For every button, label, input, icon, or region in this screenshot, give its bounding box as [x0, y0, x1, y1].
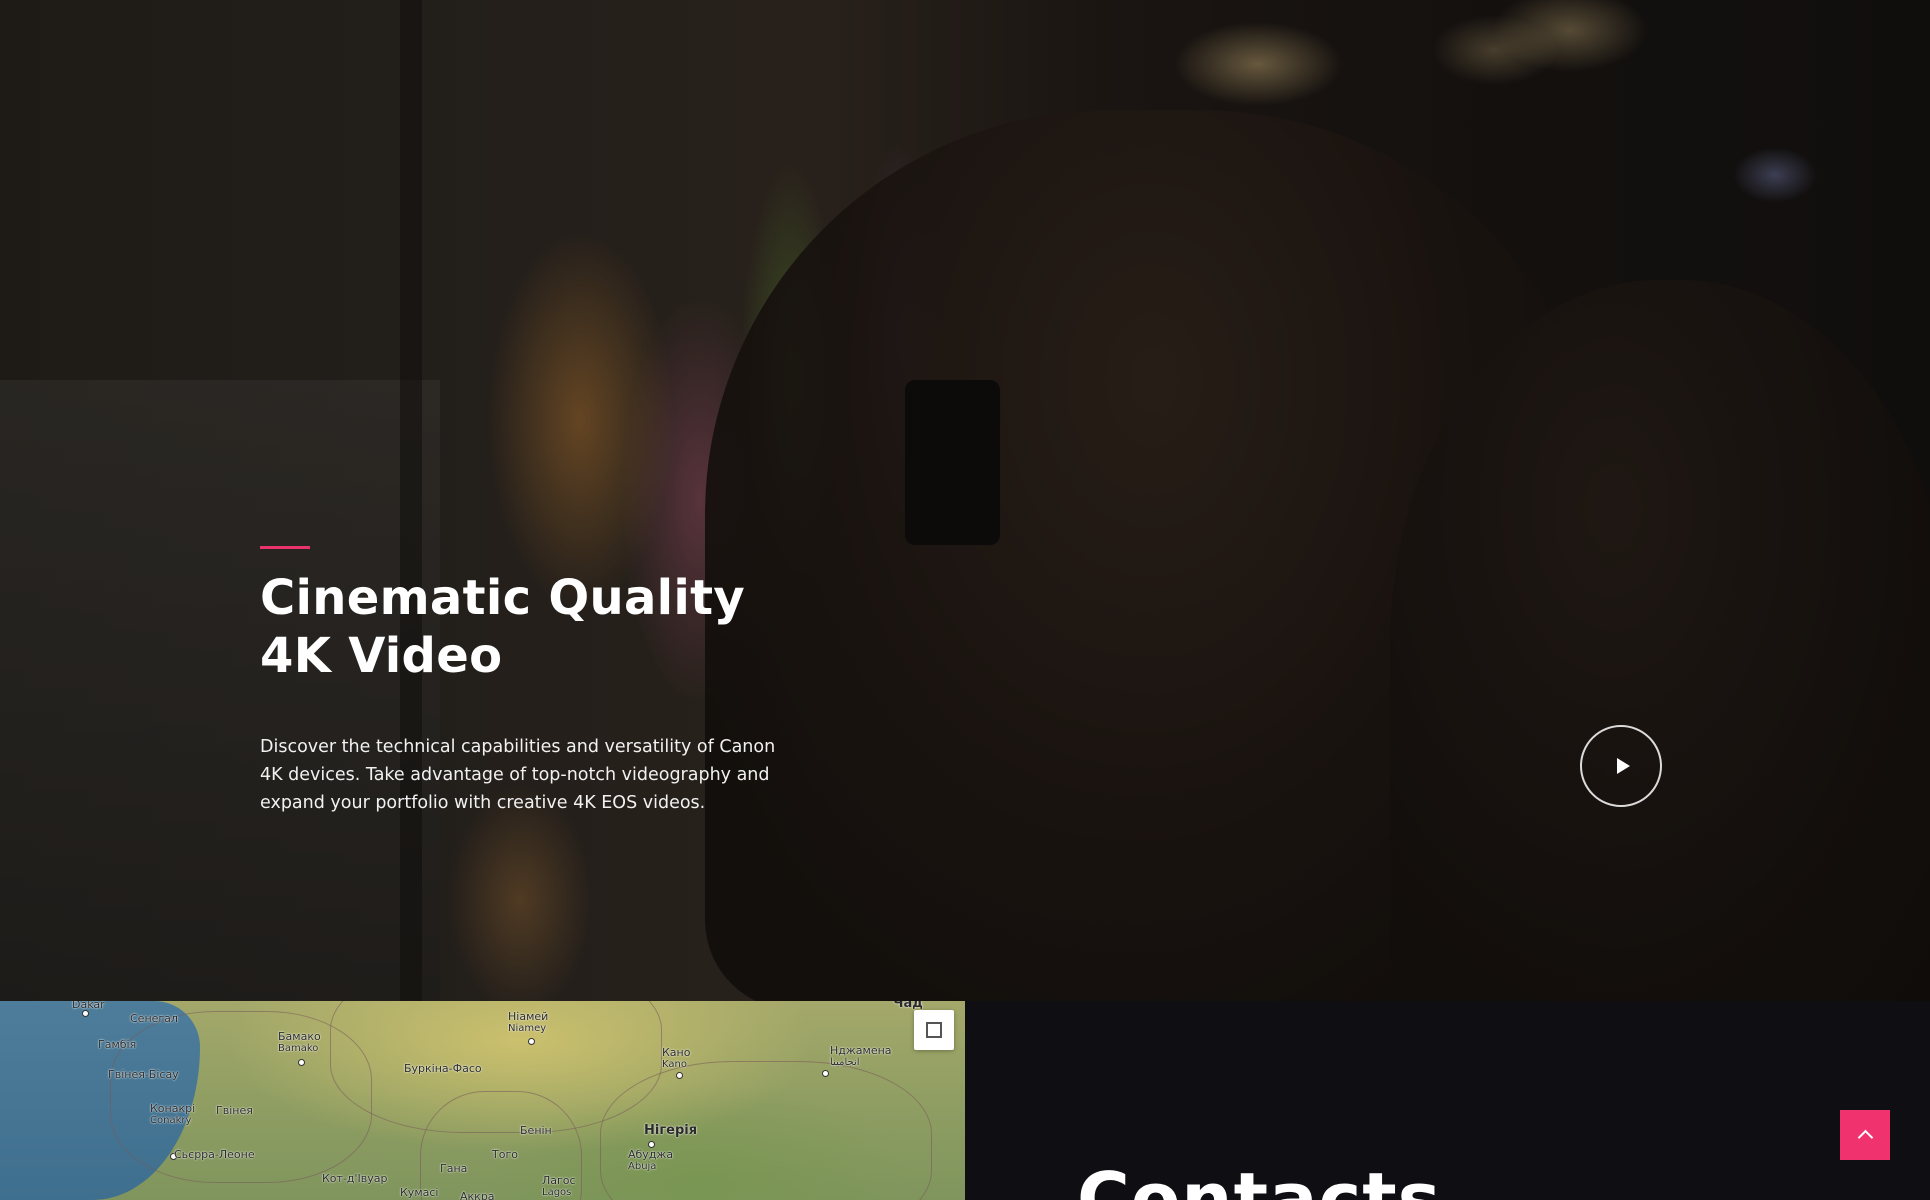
map-label-abuja: Абуджа Abuja — [628, 1149, 673, 1173]
hero-title-line1: Cinematic Quality — [260, 570, 745, 626]
map-label-lagos-uk: Лагос — [542, 1174, 576, 1187]
map-label-benin: Бенін — [520, 1124, 552, 1137]
fullscreen-icon-corner — [934, 1022, 942, 1030]
map-label-burkina-faso: Буркіна-Фасо — [404, 1062, 482, 1075]
map-label-abuja-uk: Абуджа — [628, 1148, 674, 1161]
map-label-bamako-en: Bamako — [278, 1043, 319, 1054]
map-label-sierra-leone: Сьєрра-Леоне — [174, 1148, 255, 1161]
map-label-kano: Кано Kano — [662, 1047, 690, 1071]
contacts-title: Contacts — [1077, 1157, 1442, 1200]
play-video-button[interactable] — [1580, 725, 1662, 807]
map-label-ndjamena: Нджамена انجامينا — [830, 1045, 892, 1069]
map-label-conakry-uk: Конакрі — [150, 1102, 196, 1115]
map-city-dot — [648, 1141, 655, 1148]
map-label-niamey: Ніамей Niamey — [508, 1011, 548, 1035]
map-label-abuja-en: Abuja — [628, 1161, 657, 1172]
map-label-ndjamena-ar: انجامينا — [830, 1057, 860, 1068]
hero-section — [0, 0, 1930, 1001]
chevron-up-icon — [1857, 1129, 1873, 1145]
map-label-niamey-en: Niamey — [508, 1023, 547, 1034]
map-label-gambia: Гамбія — [98, 1038, 137, 1051]
map-label-kumasi: Кумасі — [400, 1186, 439, 1199]
map-label-niamey-uk: Ніамей — [508, 1010, 549, 1023]
hero-title: Cinematic Quality 4K Video — [260, 569, 820, 685]
fullscreen-icon-corner — [926, 1030, 934, 1038]
map-label-ndjamena-uk: Нджамена — [830, 1044, 892, 1057]
map-label-guinea-bissau: Гвінея-Бісау — [108, 1068, 179, 1081]
map-city-dot — [82, 1010, 89, 1017]
map-label-nigeria: Нігерія — [644, 1123, 698, 1138]
map-city-dot — [822, 1070, 829, 1077]
hero-description: Discover the technical capabilities and … — [260, 737, 776, 813]
hero-content: Cinematic Quality 4K Video Discover the … — [260, 546, 820, 817]
accent-line — [260, 546, 310, 549]
fullscreen-icon-corner — [934, 1030, 942, 1038]
map-label-kano-uk: Кано — [662, 1046, 691, 1059]
map-label-guinea: Гвінея — [216, 1104, 253, 1117]
contacts-section: Contacts — [965, 1001, 1930, 1200]
play-icon — [1616, 758, 1630, 774]
map-label-bamako-uk: Бамако — [278, 1030, 321, 1043]
fullscreen-icon — [926, 1022, 934, 1030]
map-city-dot — [528, 1038, 535, 1045]
map[interactable]: Dakar Сенегал Гамбія Гвінея-Бісау Конакр… — [0, 1001, 965, 1200]
hero-title-line2: 4K Video — [260, 628, 503, 684]
map-label-senegal: Сенегал — [130, 1012, 178, 1025]
map-label-accra: Аккра — [460, 1190, 495, 1200]
map-label-bamako: Бамако Bamako — [278, 1031, 321, 1055]
hero-overlay — [0, 0, 1930, 1001]
map-label-kano-en: Kano — [662, 1059, 687, 1070]
map-label-lagos: Лагос Lagos — [542, 1175, 576, 1199]
map-label-togo: Того — [492, 1148, 518, 1161]
map-label-dakar: Dakar — [72, 1001, 105, 1011]
map-fullscreen-button[interactable] — [914, 1010, 954, 1050]
map-label-chad: Чад — [893, 1001, 923, 1011]
scroll-to-top-button[interactable] — [1840, 1110, 1890, 1160]
map-label-cote-divoire: Кот-д'Івуар — [322, 1172, 388, 1185]
map-label-lagos-en: Lagos — [542, 1187, 572, 1198]
map-label-conakry-en: Conakry — [150, 1115, 192, 1126]
map-city-dot — [676, 1072, 683, 1079]
map-label-ghana: Гана — [440, 1162, 468, 1175]
map-label-conakry: Конакрі Conakry — [150, 1103, 195, 1127]
map-city-dot — [298, 1059, 305, 1066]
